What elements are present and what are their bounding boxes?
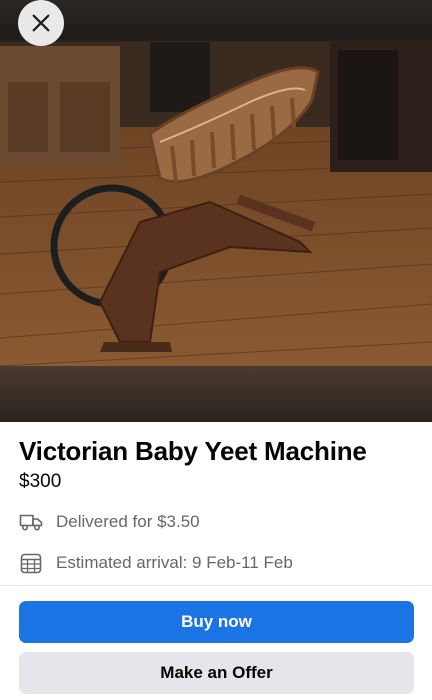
buy-now-button[interactable]: Buy now [19,601,414,643]
truck-icon [19,510,43,534]
arrival-text: Estimated arrival: 9 Feb-11 Feb [56,553,293,572]
divider [0,585,432,586]
listing-price: $300 [19,471,62,492]
make-offer-button[interactable]: Make an Offer [19,652,414,694]
listing-title: Victorian Baby Yeet Machine [19,436,367,466]
listing-photo-area [0,0,432,422]
close-icon [32,14,50,32]
delivery-text: Delivered for $3.50 [56,512,200,531]
calendar-icon [19,551,43,575]
listing-photo[interactable] [0,42,432,366]
arrival-row: Estimated arrival: 9 Feb-11 Feb [19,551,293,575]
close-button[interactable] [18,0,64,46]
listing-details: Victorian Baby Yeet Machine $300 Deliver… [0,422,432,700]
delivery-row: Delivered for $3.50 [19,510,200,534]
